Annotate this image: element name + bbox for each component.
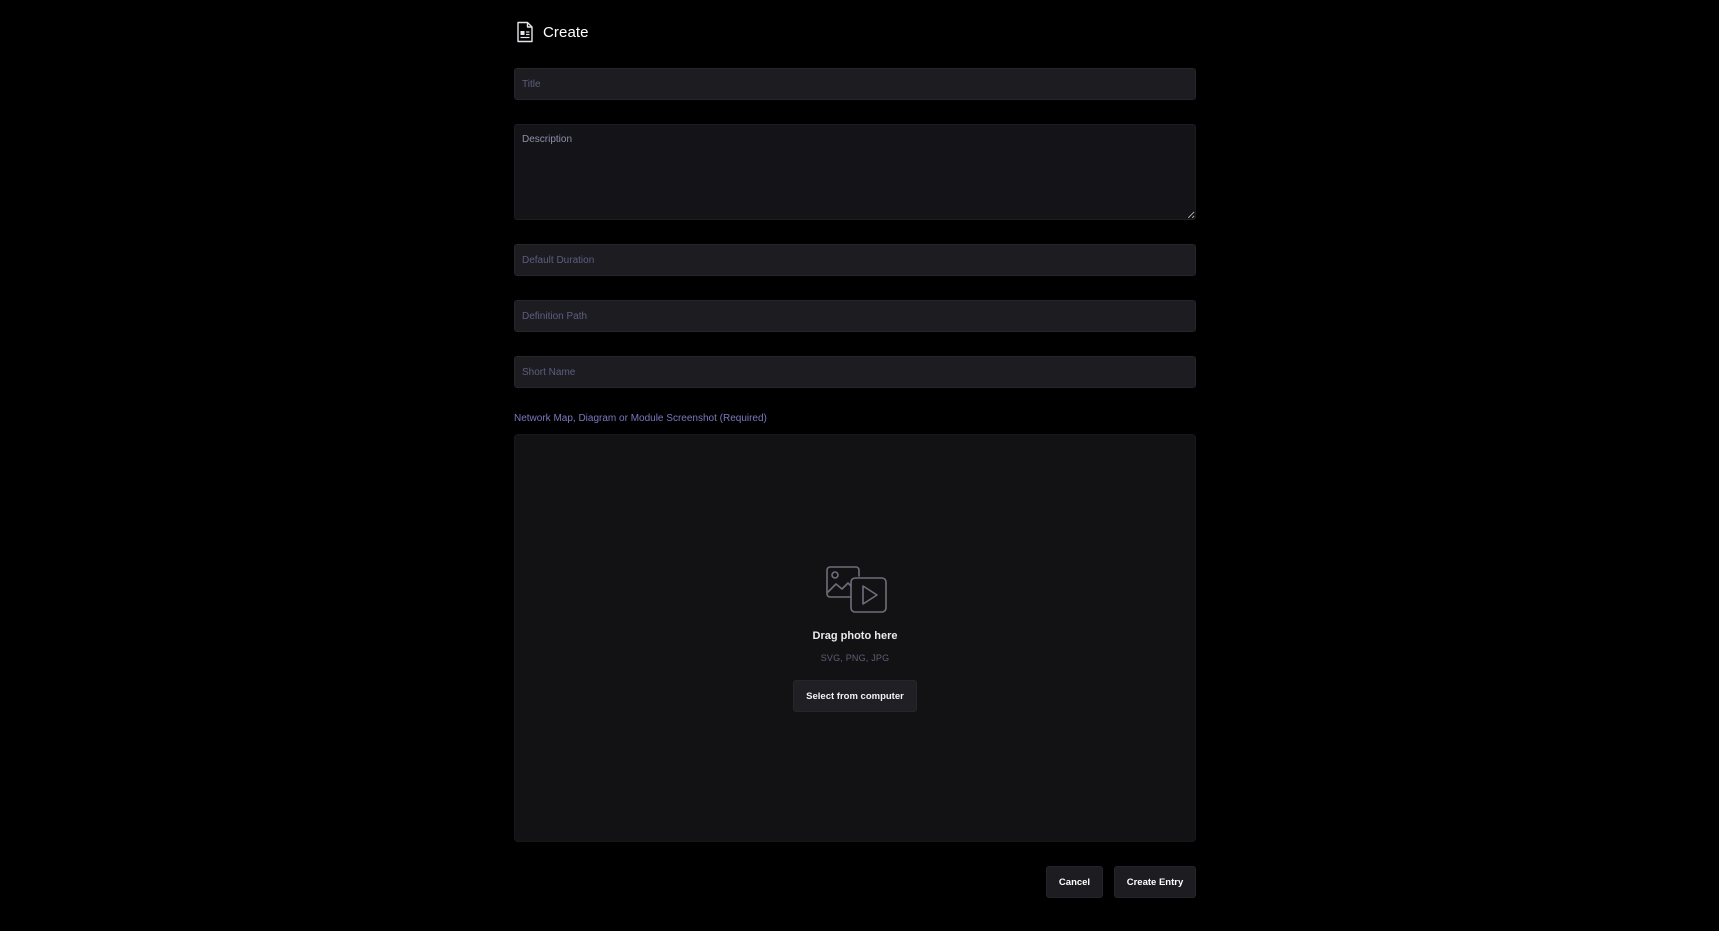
description-textarea[interactable] [514,124,1196,220]
short-name-input[interactable] [514,356,1196,388]
document-icon [516,21,534,43]
page-title: Create [543,23,589,41]
page-header: Create [514,20,589,44]
select-from-computer-button[interactable]: Select from computer [793,680,917,712]
cancel-button[interactable]: Cancel [1046,866,1103,898]
photo-dropzone[interactable]: Drag photo here SVG, PNG, JPG Select fro… [514,434,1196,842]
default-duration-input[interactable] [514,244,1196,276]
dropzone-formats: SVG, PNG, JPG [820,653,890,663]
image-video-icon [826,566,888,614]
upload-label: Network Map, Diagram or Module Screensho… [514,413,767,424]
dropzone-title: Drag photo here [812,630,898,642]
title-input[interactable] [514,68,1196,100]
create-entry-button[interactable]: Create Entry [1114,866,1196,898]
definition-path-input[interactable] [514,300,1196,332]
create-page: Create Network Map, Diagram or Module Sc… [0,0,1719,931]
